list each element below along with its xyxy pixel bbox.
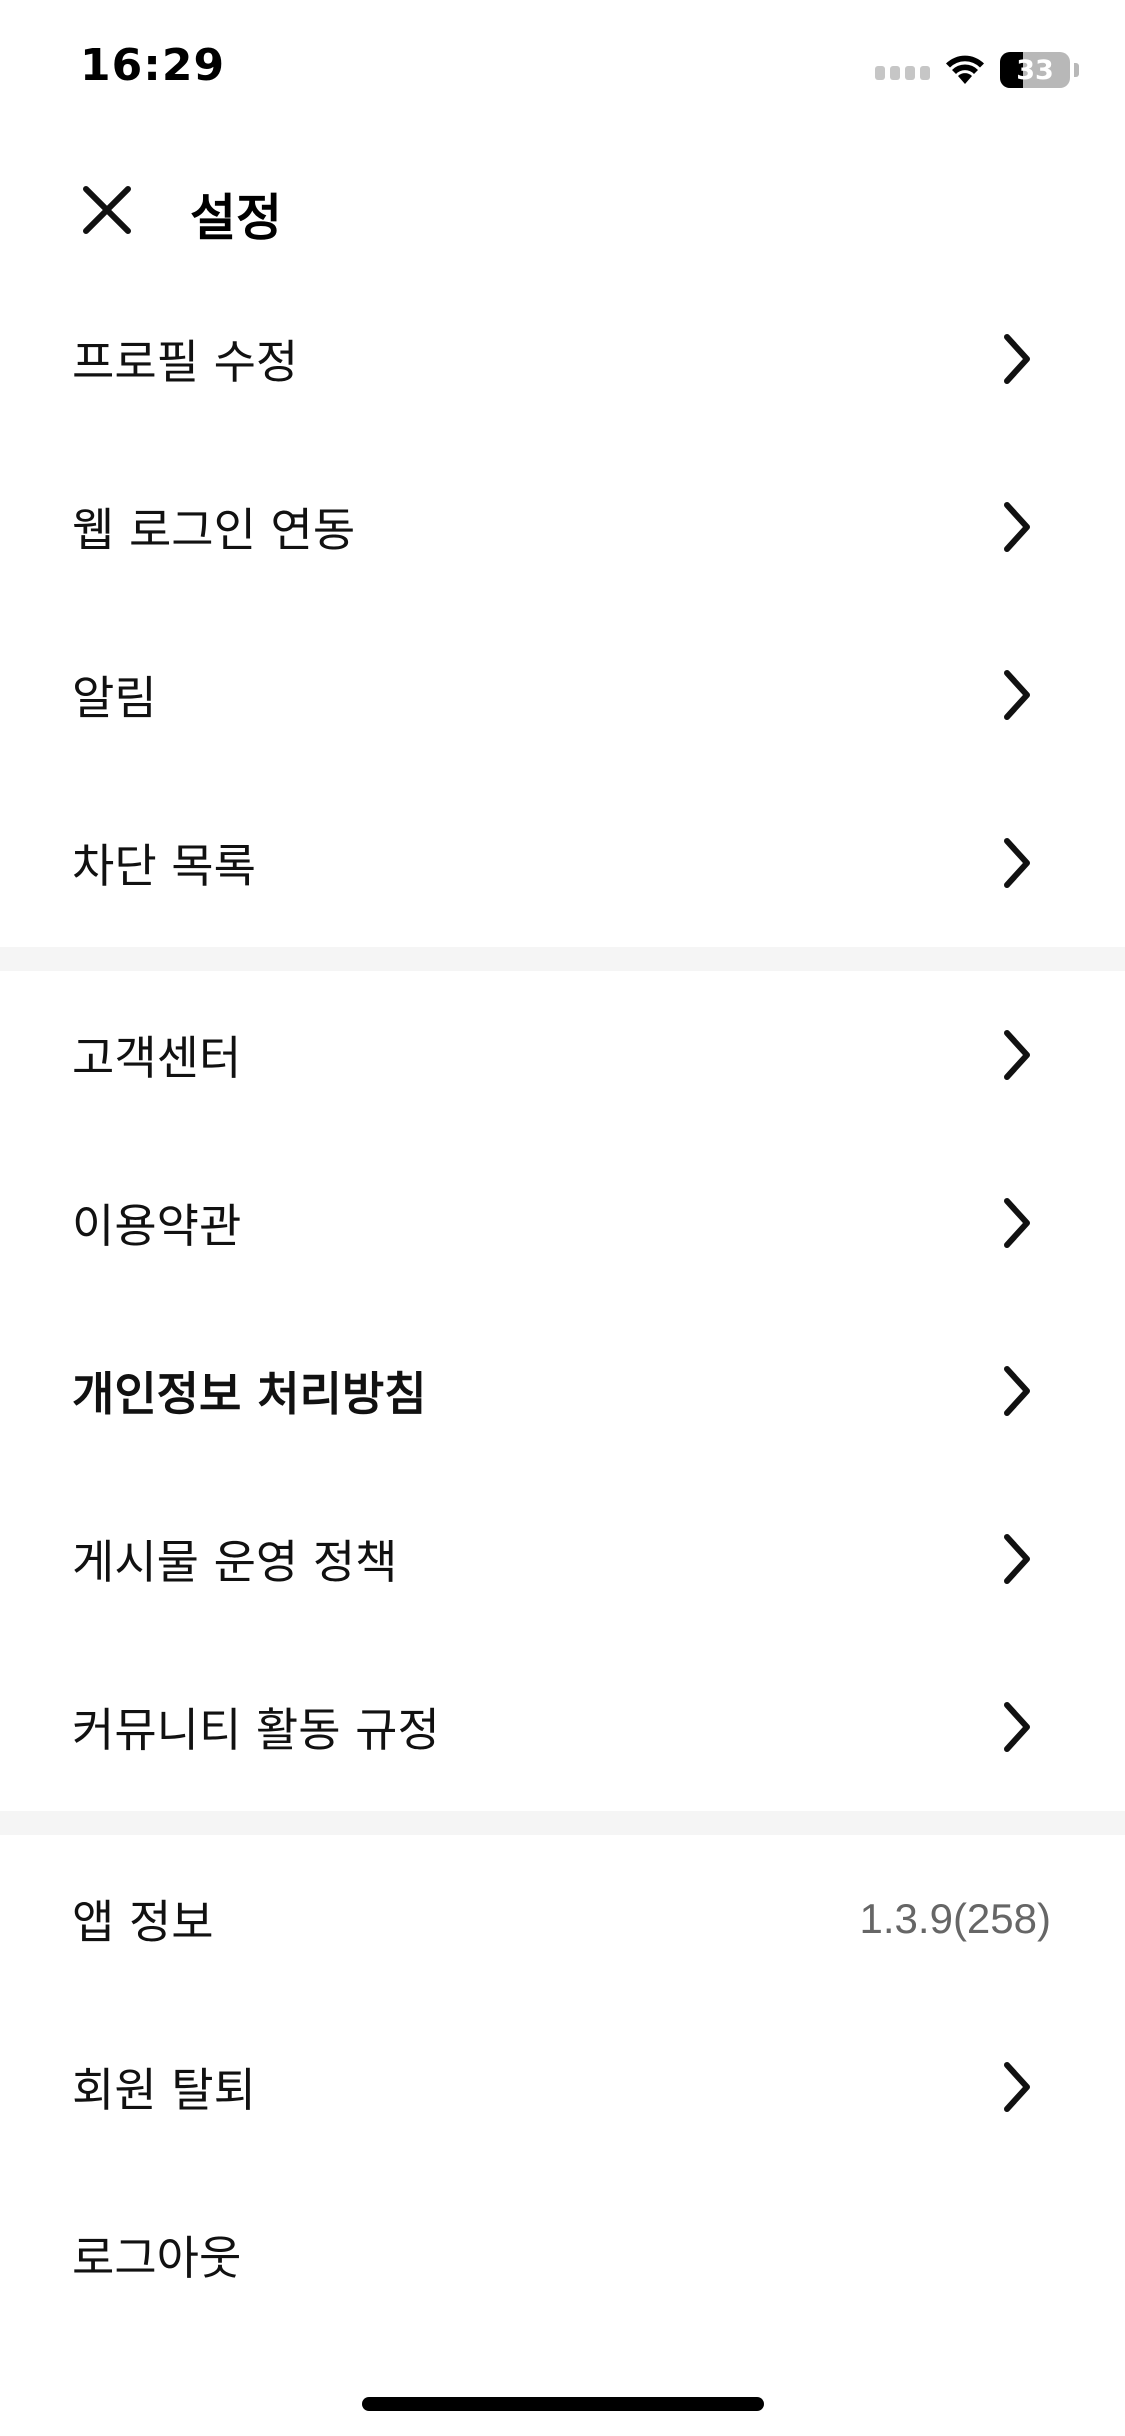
settings-menu: 프로필 수정웹 로그인 연동알림차단 목록고객센터이용약관개인정보 처리방침게시… <box>0 275 1125 2339</box>
menu-item[interactable]: 로그아웃 <box>0 2171 1125 2339</box>
page-title: 설정 <box>190 189 282 247</box>
home-indicator[interactable] <box>362 2397 764 2411</box>
menu-item-label: 게시물 운영 정책 <box>72 1535 398 1589</box>
menu-item[interactable]: 프로필 수정 <box>0 275 1125 443</box>
section-divider <box>0 1811 1125 1835</box>
menu-item[interactable]: 고객센터 <box>0 971 1125 1139</box>
battery-level: 33 <box>1016 54 1054 86</box>
status-bar: 16:29 33 <box>0 0 1125 135</box>
cellular-signal-icon <box>875 60 930 80</box>
status-time: 16:29 <box>80 40 226 91</box>
chevron-right-icon <box>997 499 1037 555</box>
menu-item[interactable]: 커뮤니티 활동 규정 <box>0 1643 1125 1811</box>
menu-item-label: 회원 탈퇴 <box>72 2063 256 2117</box>
menu-item[interactable]: 개인정보 처리방침 <box>0 1307 1125 1475</box>
menu-item-label: 웹 로그인 연동 <box>72 503 356 557</box>
menu-item-label: 알림 <box>72 671 157 725</box>
menu-item-label: 프로필 수정 <box>72 335 299 389</box>
menu-item-label: 앱 정보 <box>72 1895 214 1949</box>
nav-header: 설정 <box>0 135 1125 275</box>
chevron-right-icon <box>997 835 1037 891</box>
menu-item-label: 커뮤니티 활동 규정 <box>72 1703 440 1757</box>
menu-item[interactable]: 알림 <box>0 611 1125 779</box>
chevron-right-icon <box>997 331 1037 387</box>
wifi-icon <box>946 55 984 84</box>
battery-cap <box>1074 63 1079 77</box>
chevron-right-icon <box>997 667 1037 723</box>
chevron-right-icon <box>997 1027 1037 1083</box>
menu-item[interactable]: 이용약관 <box>0 1139 1125 1307</box>
menu-item-label: 이용약관 <box>72 1199 242 1253</box>
chevron-right-icon <box>997 1363 1037 1419</box>
app-version-value: 1.3.9(258) <box>859 1895 1051 1942</box>
close-button[interactable] <box>72 175 142 245</box>
close-icon <box>83 186 131 234</box>
menu-item[interactable]: 회원 탈퇴 <box>0 2003 1125 2171</box>
menu-item-label: 개인정보 처리방침 <box>72 1367 427 1421</box>
menu-item-label: 고객센터 <box>72 1031 242 1085</box>
battery-icon: 33 <box>1000 52 1070 88</box>
menu-item[interactable]: 웹 로그인 연동 <box>0 443 1125 611</box>
menu-item[interactable]: 앱 정보 1.3.9(258) <box>0 1835 1125 2003</box>
section-divider <box>0 947 1125 971</box>
menu-item[interactable]: 게시물 운영 정책 <box>0 1475 1125 1643</box>
status-icons: 33 <box>875 50 1079 90</box>
chevron-right-icon <box>997 1195 1037 1251</box>
menu-item-label: 로그아웃 <box>72 2231 242 2285</box>
chevron-right-icon <box>997 2059 1037 2115</box>
chevron-right-icon <box>997 1531 1037 1587</box>
menu-item[interactable]: 차단 목록 <box>0 779 1125 947</box>
chevron-right-icon <box>997 1699 1037 1755</box>
menu-item-label: 차단 목록 <box>72 839 256 893</box>
